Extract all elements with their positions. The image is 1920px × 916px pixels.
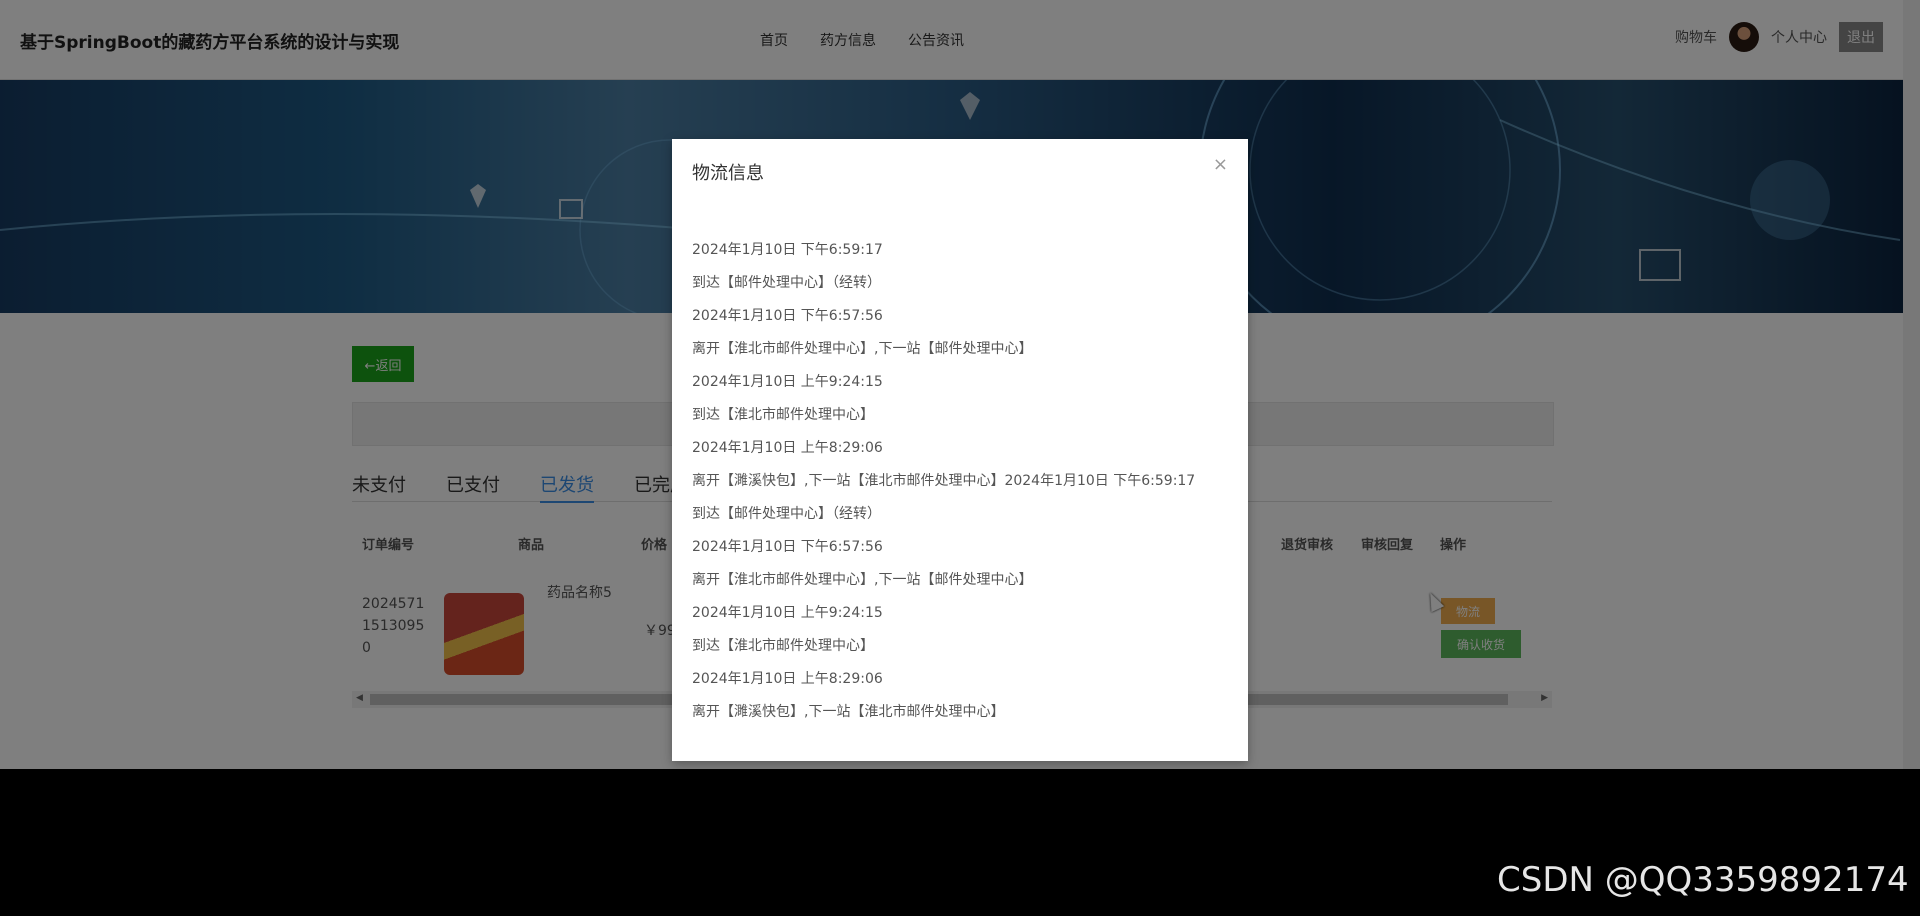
log-line: 2024年1月10日 上午9:24:15 bbox=[692, 605, 883, 621]
modal-title: 物流信息 bbox=[692, 163, 764, 184]
log-line: 离开【淮北市邮件处理中心】,下一站【邮件处理中心】 bbox=[692, 572, 1033, 588]
logistics-log: 2024年1月10日 下午6:59:17 到达【邮件处理中心】（经转） 2024… bbox=[692, 234, 1232, 729]
log-line: 2024年1月10日 上午9:24:15 bbox=[692, 374, 883, 390]
log-line: 离开【濉溪快包】,下一站【淮北市邮件处理中心】2024年1月10日 下午6:59… bbox=[692, 473, 1196, 489]
log-line: 到达【邮件处理中心】（经转） bbox=[692, 506, 881, 522]
log-line: 2024年1月10日 上午8:29:06 bbox=[692, 671, 883, 687]
log-line: 2024年1月10日 下午6:57:56 bbox=[692, 539, 883, 555]
log-line: 2024年1月10日 下午6:57:56 bbox=[692, 308, 883, 324]
logistics-modal: 物流信息 × 2024年1月10日 下午6:59:17 到达【邮件处理中心】（经… bbox=[672, 139, 1248, 761]
log-line: 到达【淮北市邮件处理中心】 bbox=[692, 638, 874, 654]
close-icon[interactable]: × bbox=[1213, 154, 1228, 175]
log-line: 到达【邮件处理中心】（经转） bbox=[692, 275, 881, 291]
log-line: 到达【淮北市邮件处理中心】 bbox=[692, 407, 874, 423]
log-line: 2024年1月10日 上午8:29:06 bbox=[692, 440, 883, 456]
log-line: 2024年1月10日 下午6:59:17 bbox=[692, 242, 883, 258]
log-line: 离开【濉溪快包】,下一站【淮北市邮件处理中心】 bbox=[692, 704, 1005, 720]
watermark: CSDN @QQ3359892174 bbox=[1497, 860, 1909, 900]
log-line: 离开【淮北市邮件处理中心】,下一站【邮件处理中心】 bbox=[692, 341, 1033, 357]
